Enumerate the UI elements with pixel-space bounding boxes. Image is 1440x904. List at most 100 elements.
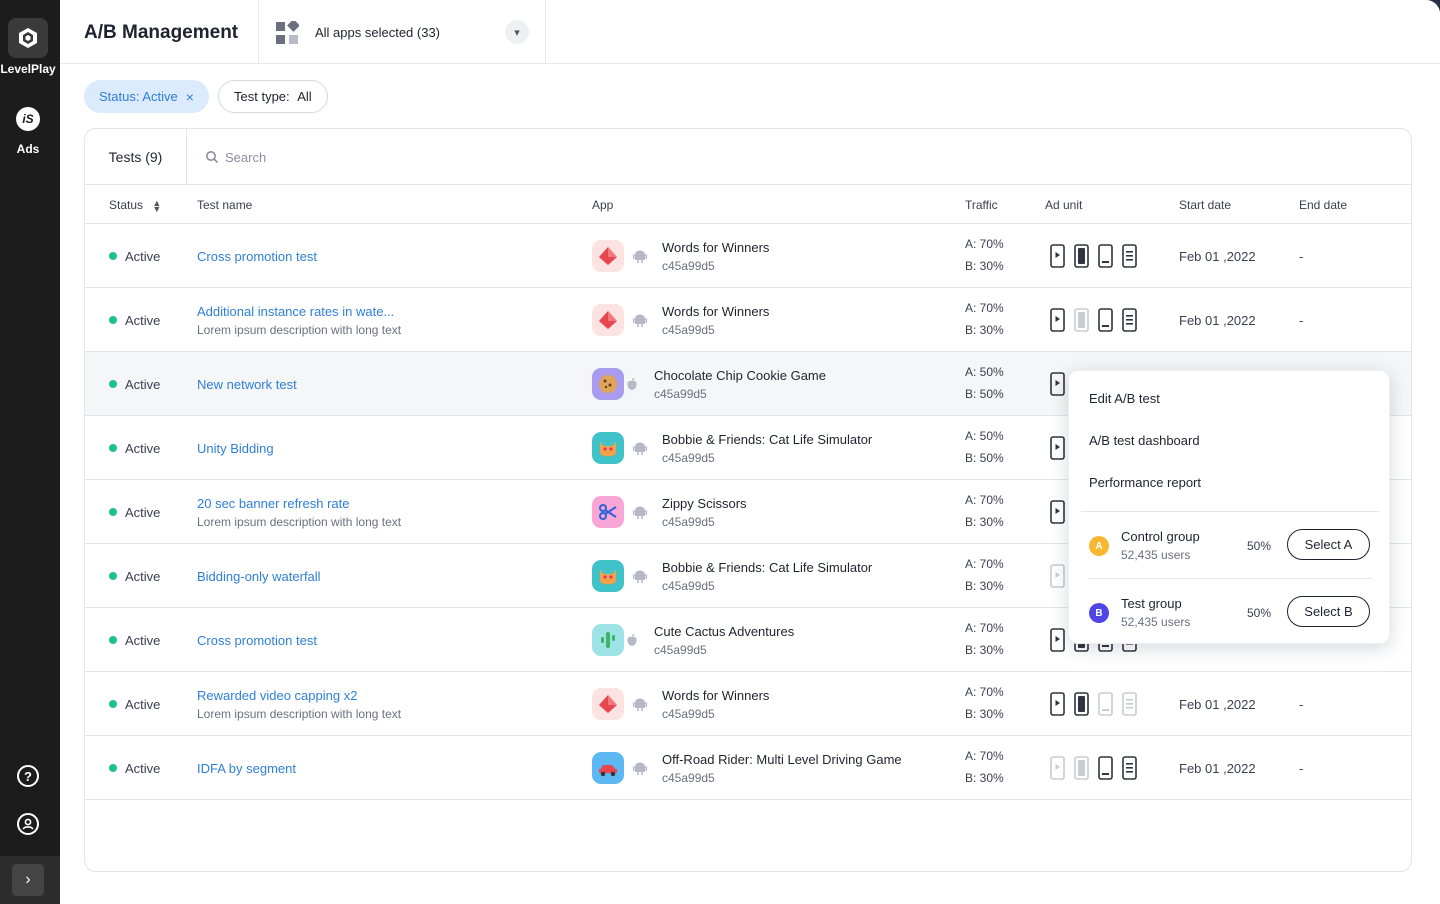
apple-icon	[627, 378, 637, 390]
car-icon	[592, 752, 624, 784]
rewarded-video-icon	[1050, 692, 1065, 719]
android-icon	[633, 442, 647, 455]
table-row[interactable]: Active Rewarded video capping x2 Lorem ips…	[85, 672, 1411, 736]
traffic-b: B: 30%	[965, 579, 1004, 593]
column-header-status[interactable]: Status ▲ ▼	[109, 198, 161, 213]
gem-icon	[592, 304, 624, 336]
test-name-link[interactable]: IDFA by segment	[197, 761, 296, 776]
test-name-link[interactable]: Rewarded video capping x2	[197, 688, 357, 703]
divider	[1081, 511, 1379, 512]
traffic-a: A: 70%	[965, 621, 1004, 635]
scissors-icon	[592, 496, 624, 528]
select-b-button[interactable]: Select B	[1287, 596, 1370, 627]
status-active-dot	[109, 316, 117, 324]
cat-icon	[592, 432, 624, 464]
menu-item-edit-ab-test[interactable]: Edit A/B test	[1089, 391, 1160, 406]
interstitial-icon	[1074, 308, 1089, 335]
menu-item-ab-test-dashboard[interactable]: A/B test dashboard	[1089, 433, 1200, 448]
top-bar: A/B Management All apps selected (33) ▾	[60, 0, 1440, 64]
ads-icon[interactable]: iS	[16, 107, 40, 131]
status-active-dot	[109, 572, 117, 580]
banner-icon	[1098, 756, 1113, 783]
status-active-dot	[109, 380, 117, 388]
menu-item-performance-report[interactable]: Performance report	[1089, 475, 1201, 490]
traffic-a: A: 70%	[965, 301, 1004, 315]
test-description: Lorem ipsum description with long text	[197, 323, 402, 337]
test-name-link[interactable]: Unity Bidding	[197, 441, 274, 456]
status-filter-chip[interactable]: Status: Active ×	[84, 80, 209, 113]
group-b-badge: B	[1089, 603, 1109, 623]
app-id: c45a99d5	[662, 323, 715, 337]
tab-tests[interactable]: Tests (9)	[85, 129, 187, 185]
app-selector[interactable]: All apps selected (33) ▾	[258, 0, 546, 64]
test-name-link[interactable]: Bidding-only waterfall	[197, 569, 321, 584]
select-a-button[interactable]: Select A	[1287, 529, 1370, 560]
test-name-link[interactable]: Additional instance rates in wate...	[197, 304, 394, 319]
group-a-badge: A	[1089, 536, 1109, 556]
close-icon[interactable]: ×	[186, 89, 194, 105]
rewarded-video-icon	[1050, 436, 1065, 463]
end-date: -	[1299, 313, 1304, 328]
status-text: Active	[125, 505, 161, 520]
group-b-percent: 50%	[1247, 606, 1272, 620]
app-id: c45a99d5	[662, 451, 715, 465]
status-active-dot	[109, 700, 117, 708]
column-header-start-date: Start date	[1179, 198, 1232, 212]
sort-icon[interactable]: ▲ ▼	[152, 198, 161, 213]
end-date: -	[1299, 697, 1304, 712]
table-row[interactable]: Active Additional instance rates in wate.…	[85, 288, 1411, 352]
app-name: Bobbie & Friends: Cat Life Simulator	[662, 560, 873, 575]
end-date: -	[1299, 761, 1304, 776]
traffic-b: B: 50%	[965, 451, 1004, 465]
app-id: c45a99d5	[662, 707, 715, 721]
end-date: -	[1299, 249, 1304, 264]
ads-label[interactable]: Ads	[0, 142, 56, 156]
traffic-a: A: 70%	[965, 749, 1004, 763]
search-icon	[206, 151, 219, 164]
app-name: Chocolate Chip Cookie Game	[654, 368, 826, 383]
column-header-end-date: End date	[1299, 198, 1348, 212]
app-name: Words for Winners	[662, 304, 770, 319]
traffic-b: B: 30%	[965, 643, 1004, 657]
help-icon[interactable]: ?	[17, 765, 39, 787]
test-description: Lorem ipsum description with long text	[197, 515, 402, 529]
start-date: Feb 01 ,2022	[1179, 697, 1256, 712]
table-row[interactable]: Active IDFA by segment Off-Road Rider: Mul…	[85, 736, 1411, 800]
cactus-icon	[592, 624, 624, 656]
traffic-b: B: 30%	[965, 323, 1004, 337]
traffic-a: A: 70%	[965, 557, 1004, 571]
levelplay-label[interactable]: LevelPlay	[0, 62, 56, 76]
start-date: Feb 01 ,2022	[1179, 313, 1256, 328]
interstitial-icon	[1074, 244, 1089, 271]
app-selector-label: All apps selected (33)	[315, 25, 441, 40]
app-name: Words for Winners	[662, 240, 770, 255]
app-id: c45a99d5	[662, 259, 715, 273]
table-row[interactable]: Active Cross promotion test Words for Winn…	[85, 224, 1411, 288]
status-active-dot	[109, 764, 117, 772]
test-type-filter-chip[interactable]: Test type: All	[218, 80, 328, 113]
divider	[1089, 578, 1371, 579]
group-b-users: 52,435 users	[1121, 615, 1191, 629]
apple-icon	[627, 634, 637, 646]
sidebar-expand-area: ›	[0, 856, 60, 904]
interstitial-icon	[1074, 756, 1089, 783]
column-header-test-name: Test name	[197, 198, 253, 212]
test-name-link[interactable]: Cross promotion test	[197, 249, 317, 264]
status-filter-label: Status: Active	[99, 89, 178, 104]
chevron-right-icon[interactable]: ›	[12, 864, 44, 896]
test-name-link[interactable]: 20 sec banner refresh rate	[197, 496, 349, 511]
test-name-link[interactable]: Cross promotion test	[197, 633, 317, 648]
app-name: Cute Cactus Adventures	[654, 624, 795, 639]
column-header-ad-unit: Ad unit	[1045, 198, 1083, 212]
account-icon[interactable]	[17, 813, 39, 835]
rewarded-video-icon	[1050, 628, 1065, 655]
search-input[interactable]	[225, 145, 825, 169]
chevron-down-icon[interactable]: ▾	[505, 20, 529, 44]
test-name-link[interactable]: New network test	[197, 377, 297, 392]
status-text: Active	[125, 441, 161, 456]
native-icon	[1122, 692, 1137, 719]
status-text: Active	[125, 569, 161, 584]
traffic-b: B: 30%	[965, 707, 1004, 721]
group-a-users: 52,435 users	[1121, 548, 1191, 562]
levelplay-logo-icon[interactable]	[8, 18, 48, 58]
